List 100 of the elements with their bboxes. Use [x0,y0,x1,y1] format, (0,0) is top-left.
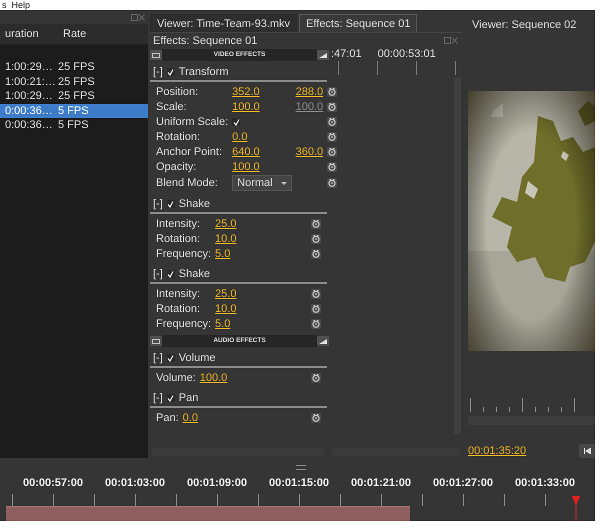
value-field[interactable]: 100.0 [200,372,228,384]
keyframe-button[interactable] [327,162,338,172]
tab[interactable]: Viewer: Time-Team-93.mkv [150,14,298,32]
value-field[interactable]: 10.0 [215,303,236,315]
effect-name: Pan [178,392,198,404]
timecode-field[interactable]: 00:01:35:20 [468,444,526,457]
tab[interactable]: Effects: Sequence 01 [299,14,418,32]
horizontal-scrollbar[interactable] [468,416,595,425]
keyframe-button[interactable] [311,373,321,383]
collapse-toggle[interactable]: [-] [153,352,163,364]
duration-cell-text: 0:00:36… [4,119,54,132]
enable-checkbox[interactable] [166,394,175,402]
param-label: Blend Mode: [156,176,219,190]
value-field[interactable]: 5.0 [215,248,230,260]
media-row[interactable]: 1:00:29… 25 FPS [0,89,148,104]
value-field[interactable]: 288.0 [296,86,324,98]
value-field[interactable]: 10.0 [215,233,236,245]
expand-button[interactable] [317,50,329,60]
collapse-toggle[interactable]: [-] [153,66,163,78]
keyframe-button[interactable] [311,289,321,299]
enable-checkbox[interactable] [166,200,175,208]
effect-name: Shake [178,268,210,280]
timeline-clip[interactable] [6,506,410,521]
param-label: Rotation: [156,130,202,144]
panel-title: Effects: Sequence 01 [153,34,258,46]
playhead[interactable] [572,496,580,521]
param-label: Opacity: [156,160,198,174]
enable-checkbox[interactable] [166,68,175,76]
param-label: Intensity: [156,287,202,301]
enable-checkbox[interactable] [166,354,175,362]
collapse-button[interactable] [150,336,162,346]
menu-item[interactable]: Help [12,0,30,10]
time-label: 00:01:27:00 [433,477,494,491]
param-label: Rotation: [156,302,202,316]
duration-cell-text: 1:00:21:… [4,76,57,88]
rate-cell: 25 FPS [58,61,95,74]
param-label: Frequency: [156,247,212,261]
rate-cell: 5 FPS [58,119,89,132]
keyframe-button[interactable] [327,87,338,97]
keyframe-button[interactable] [311,319,321,329]
time-label: 00:01:09:00 [187,477,248,491]
effect-name: Transform [178,66,228,78]
rate-cell: 25 FPS [58,90,95,102]
keyframe-button[interactable] [327,117,338,127]
param-label: Pan: [156,411,179,425]
menu-item[interactable]: s [2,0,6,10]
keyframe-button[interactable] [311,249,321,259]
rate-cell: 5 FPS [58,104,89,117]
param-label: Anchor Point: [156,145,224,159]
keyframe-button[interactable] [311,304,321,314]
value-field[interactable]: 100.0 [232,161,260,173]
duration-cell-text: 1:00:29… [4,90,54,102]
collapse-toggle[interactable]: [-] [153,268,163,280]
value-field[interactable]: 0.0 [182,412,198,424]
keyframe-button[interactable] [311,219,321,229]
keyframe-button[interactable] [327,132,338,142]
rate-cell: 25 FPS [58,76,95,88]
value-field[interactable]: 640.0 [232,146,260,158]
param-label: Scale: [156,100,188,114]
param-label: Frequency: [156,317,212,331]
keyframe-button[interactable] [327,178,338,188]
value-field[interactable]: 25.0 [215,288,236,300]
keyframe-button[interactable] [311,413,321,423]
collapse-toggle[interactable]: [-] [153,198,163,210]
collapse-button[interactable] [150,50,162,60]
param-label: Rotation: [156,232,202,246]
duration-cell-text: 1:00:29… [4,61,54,74]
viewer-title[interactable]: Viewer: Sequence 02 [468,16,595,34]
param-label: Position: [156,85,200,99]
media-row[interactable]: 0:00:36… 5 FPS [0,118,148,132]
keyframe-button[interactable] [311,234,321,244]
column-header[interactable]: uration [0,28,58,40]
ruler-label: 00:00:53:01 [378,48,436,61]
time-label: 00:01:21:00 [351,477,412,491]
go-to-start-button[interactable] [579,444,595,458]
param-label: Intensity: [156,217,202,231]
media-row[interactable]: 1:00:29… 25 FPS [0,60,148,74]
splitter-handle[interactable] [296,465,306,470]
value-field[interactable]: 25.0 [215,218,236,230]
enable-checkbox[interactable] [166,270,175,278]
value-field[interactable]: 352.0 [232,86,260,98]
ruler-label: :47:01 [331,48,362,61]
dropdown[interactable]: Normal [232,175,292,191]
param-label: Volume: [156,371,196,385]
time-label: 00:01:15:00 [269,477,330,491]
keyframe-button[interactable] [327,102,338,112]
media-row[interactable]: 1:00:21:… 25 FPS [0,74,148,89]
value-field[interactable]: 100.0 [232,101,260,113]
value-field[interactable]: 360.0 [296,146,324,158]
skip-to-start-icon [584,448,590,454]
time-label: 00:00:57:00 [23,477,84,491]
value-field[interactable]: 0.0 [232,131,248,143]
column-header[interactable]: Rate [58,28,86,40]
collapse-toggle[interactable]: [-] [153,392,163,404]
media-row[interactable]: 0:00:36… 5 FPS [0,104,148,118]
value-field[interactable]: 5.0 [215,318,230,330]
keyframe-button[interactable] [327,147,338,157]
expand-button[interactable] [317,336,329,346]
time-label: 00:01:33:00 [515,477,576,491]
checkbox[interactable] [232,118,240,126]
